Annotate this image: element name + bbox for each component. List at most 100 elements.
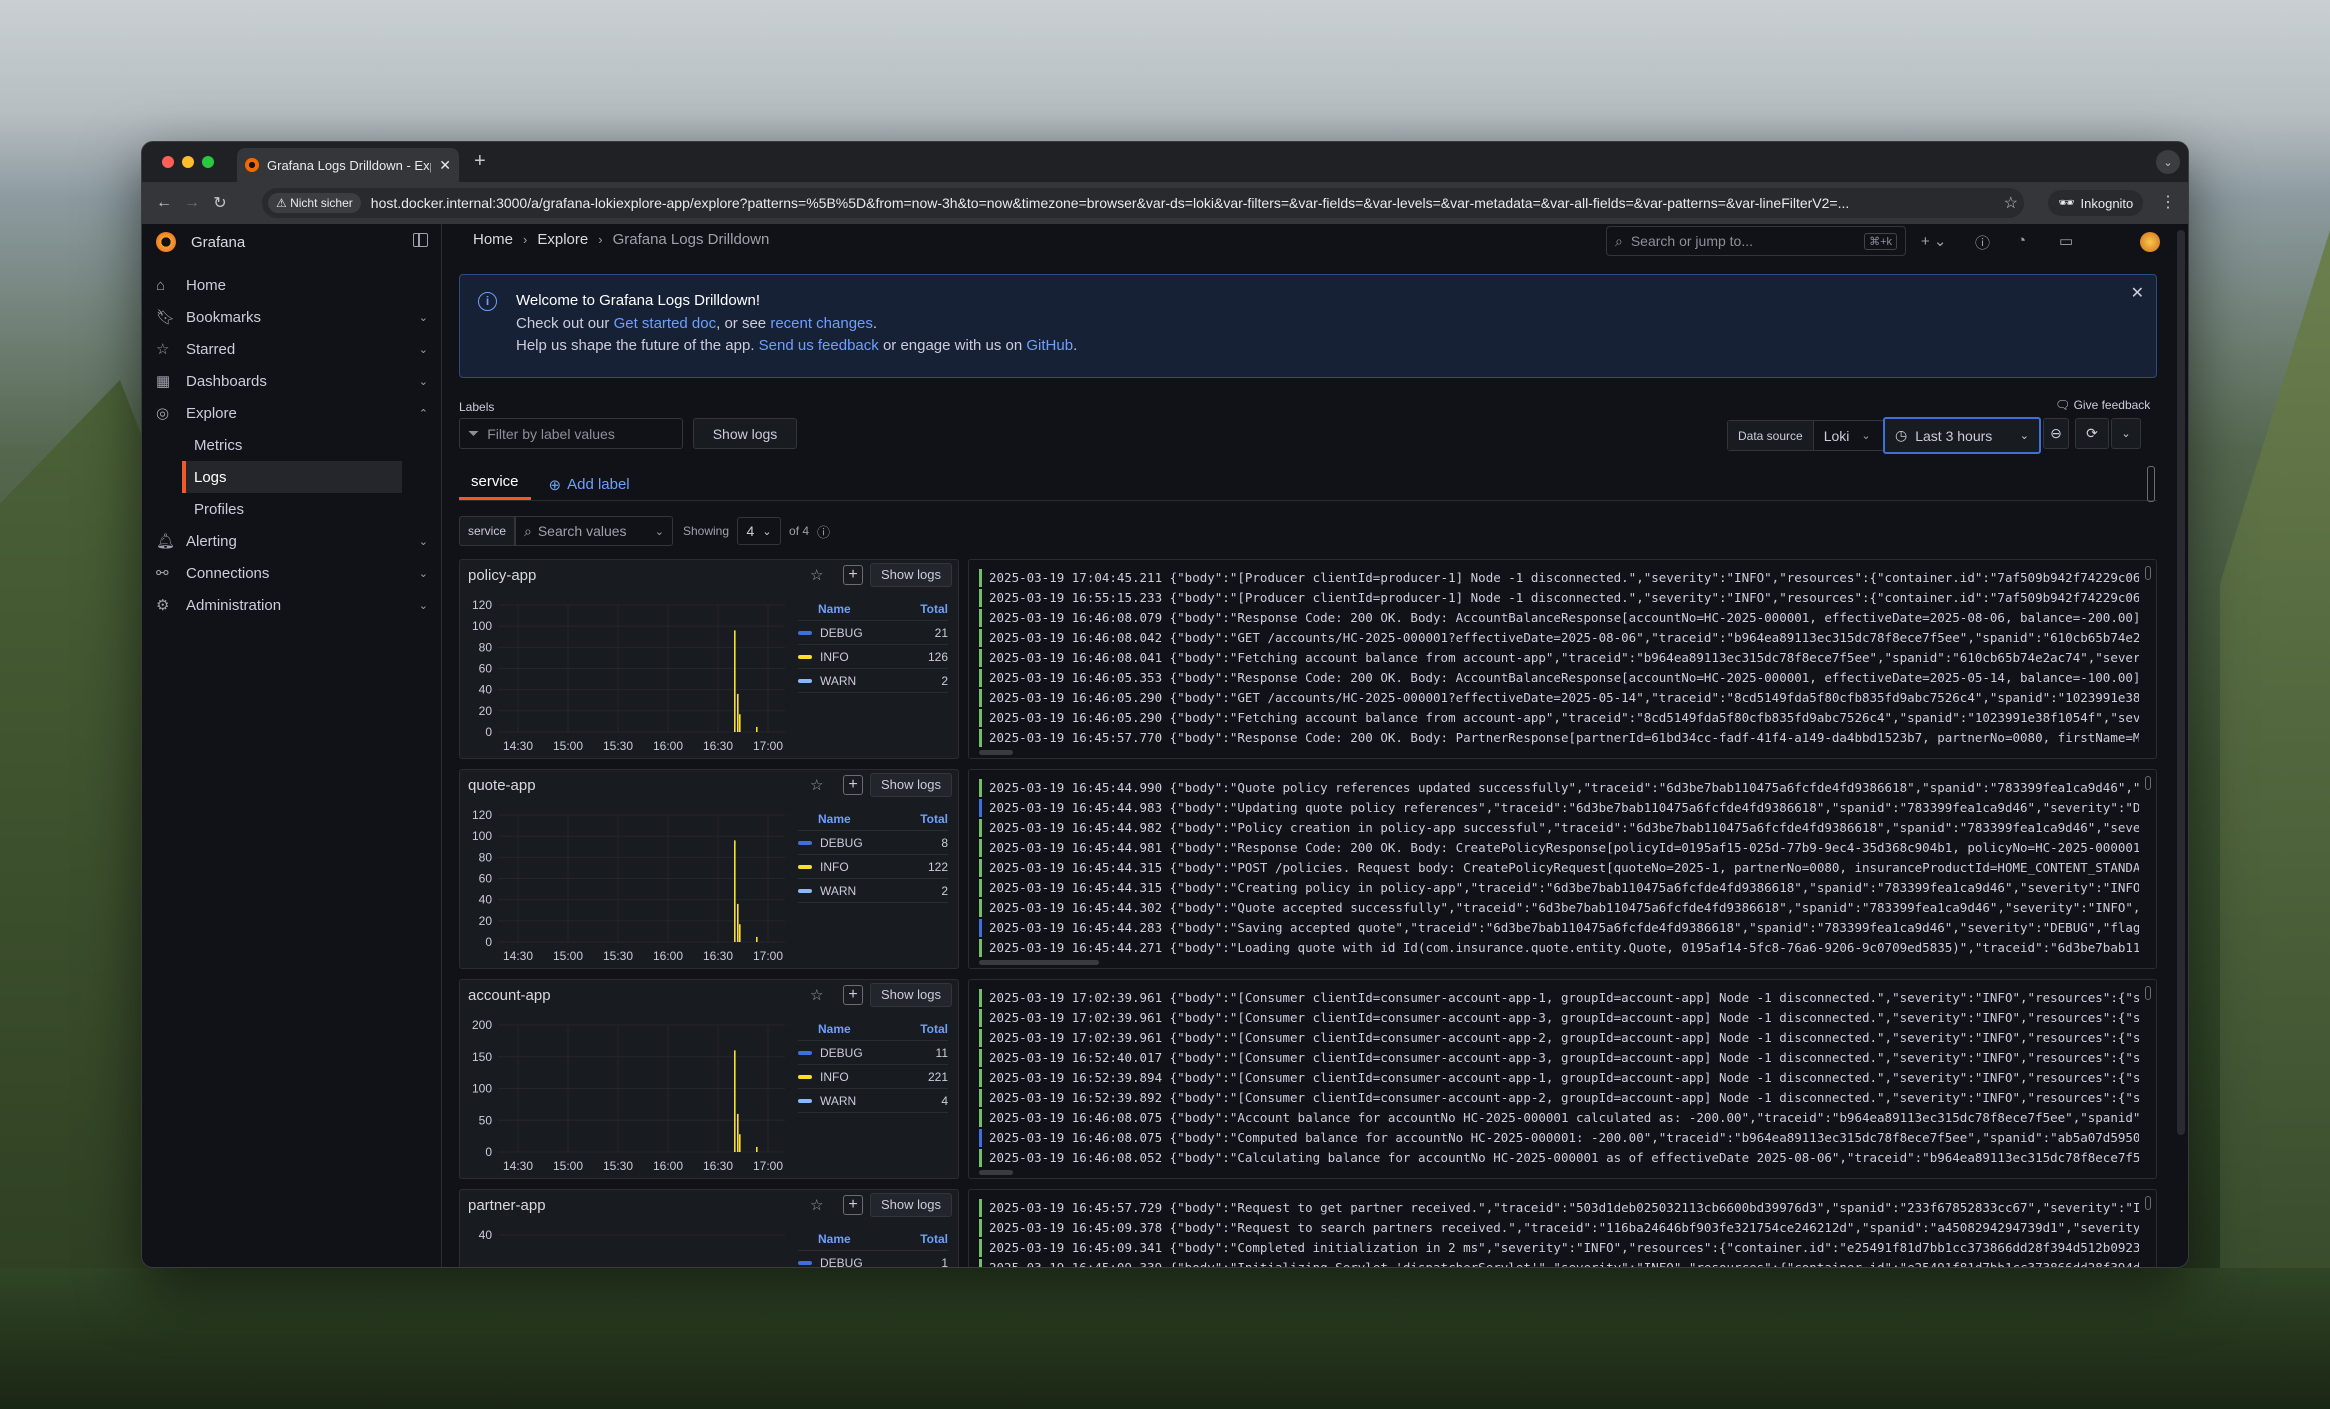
horizontal-scrollbar[interactable] [979, 1170, 1013, 1175]
log-line[interactable]: 2025-03-19 17:04:45.211 {"body":"[Produc… [979, 568, 2139, 588]
url-text[interactable]: host.docker.internal:3000/a/grafana-loki… [371, 195, 1996, 211]
log-line[interactable]: 2025-03-19 16:45:09.339 {"body":"Initial… [979, 1258, 2139, 1267]
log-line[interactable]: 2025-03-19 16:45:09.378 {"body":"Request… [979, 1218, 2139, 1238]
tab-search-button[interactable]: ⌄ [2156, 150, 2180, 174]
close-icon[interactable]: ✕ [2131, 283, 2144, 303]
dock-menu-icon[interactable] [413, 233, 428, 247]
chevron-down-icon[interactable]: ⌄ [419, 311, 428, 324]
back-icon[interactable]: ← [150, 194, 178, 212]
scrollbar[interactable] [2145, 566, 2151, 580]
log-line[interactable]: 2025-03-19 16:46:08.079 {"body":"Respons… [979, 608, 2139, 628]
info-icon[interactable]: ⓘ [817, 522, 830, 541]
sidebar-item-connections[interactable]: ⚯ Connections ⌄ [142, 557, 442, 589]
log-line[interactable]: 2025-03-19 16:46:08.042 {"body":"GET /ac… [979, 628, 2139, 648]
page-scrollbar[interactable] [2177, 230, 2185, 1135]
browser-menu-icon[interactable]: ⋮ [2160, 192, 2176, 212]
chevron-down-icon[interactable]: ⌄ [419, 599, 428, 612]
sidebar-item-metrics[interactable]: Metrics [182, 429, 442, 461]
tab-service[interactable]: service [459, 469, 531, 500]
log-line[interactable]: 2025-03-19 16:45:44.271 {"body":"Loading… [979, 938, 2139, 958]
log-line[interactable]: 2025-03-19 16:45:44.983 {"body":"Updatin… [979, 798, 2139, 818]
log-line[interactable]: 2025-03-19 17:02:39.961 {"body":"[Consum… [979, 1008, 2139, 1028]
search-values-input[interactable]: ⌕ Search values ⌄ [515, 516, 673, 546]
log-line[interactable]: 2025-03-19 16:46:08.075 {"body":"Account… [979, 1108, 2139, 1128]
give-feedback-link[interactable]: 🗨︎ Give feedback [2055, 398, 2150, 412]
log-line[interactable]: 2025-03-19 16:45:44.982 {"body":"Policy … [979, 818, 2139, 838]
omnibox[interactable]: ⚠ Nicht sicher host.docker.internal:3000… [262, 188, 2024, 218]
panel-show-logs-button[interactable]: Show logs [870, 563, 952, 587]
new-tab-button[interactable]: + [474, 150, 486, 173]
chevron-up-icon[interactable]: ⌃ [419, 407, 428, 420]
log-line[interactable]: 2025-03-19 16:45:44.302 {"body":"Quote a… [979, 898, 2139, 918]
showing-select[interactable]: 4 ⌄ [737, 517, 782, 545]
log-panel-policy-app[interactable]: 2025-03-19 17:04:45.211 {"body":"[Produc… [968, 559, 2157, 759]
add-filter-button[interactable]: + [843, 565, 863, 585]
refresh-button[interactable]: ⟳ [2075, 418, 2109, 449]
scrollbar[interactable] [2145, 986, 2151, 1000]
breadcrumb-explore[interactable]: Explore [537, 231, 588, 248]
add-filter-button[interactable]: + [843, 1195, 863, 1215]
show-logs-button[interactable]: Show logs [693, 418, 797, 449]
add-label-button[interactable]: ⊕ Add label [549, 476, 630, 494]
sidebar-item-explore[interactable]: ◎ Explore ⌃ [142, 397, 442, 429]
legend-row[interactable]: DEBUG 21 [798, 621, 948, 645]
log-line[interactable]: 2025-03-19 16:52:40.017 {"body":"[Consum… [979, 1048, 2139, 1068]
send-feedback-link[interactable]: Send us feedback [759, 337, 879, 354]
scrollbar[interactable] [2147, 466, 2155, 502]
news-feed-icon[interactable]: ◔ [2017, 232, 2026, 249]
log-line[interactable]: 2025-03-19 16:46:05.290 {"body":"GET /ac… [979, 688, 2139, 708]
search-input[interactable]: ⌕ Search or jump to... ⌘+k [1606, 226, 1906, 256]
log-line[interactable]: 2025-03-19 16:45:44.981 {"body":"Respons… [979, 838, 2139, 858]
sidebar-item-bookmarks[interactable]: 🔖︎ Bookmarks ⌄ [142, 301, 442, 333]
star-icon[interactable]: ☆ [810, 1196, 823, 1214]
scrollbar[interactable] [2145, 1196, 2151, 1210]
horizontal-scrollbar[interactable] [979, 960, 1099, 965]
legend-row[interactable]: INFO 126 [798, 645, 948, 669]
log-line[interactable]: 2025-03-19 16:45:44.315 {"body":"Creatin… [979, 878, 2139, 898]
chevron-down-icon[interactable]: ⌄ [419, 567, 428, 580]
datasource-picker[interactable]: Data source Loki ⌄ [1727, 420, 1885, 451]
sidebar-item-home[interactable]: ⌂ Home [142, 269, 442, 301]
legend-row[interactable]: WARN 4 [798, 1089, 948, 1113]
log-line[interactable]: 2025-03-19 16:45:57.770 {"body":"Respons… [979, 728, 2139, 748]
log-line[interactable]: 2025-03-19 16:55:15.233 {"body":"[Produc… [979, 588, 2139, 608]
recent-changes-link[interactable]: recent changes [770, 315, 873, 332]
legend-row[interactable]: WARN 2 [798, 879, 948, 903]
sidebar-item-dashboards[interactable]: ▦ Dashboards ⌄ [142, 365, 442, 397]
chevron-down-icon[interactable]: ⌄ [419, 535, 428, 548]
close-window-button[interactable] [162, 156, 174, 168]
forward-icon[interactable]: → [178, 194, 206, 212]
panel-show-logs-button[interactable]: Show logs [870, 983, 952, 1007]
log-line[interactable]: 2025-03-19 16:46:05.290 {"body":"Fetchin… [979, 708, 2139, 728]
minimize-window-button[interactable] [182, 156, 194, 168]
legend-row[interactable]: WARN 2 [798, 669, 948, 693]
get-started-link[interactable]: Get started doc [614, 315, 717, 332]
star-icon[interactable]: ☆ [810, 566, 823, 584]
add-filter-button[interactable]: + [843, 985, 863, 1005]
log-line[interactable]: 2025-03-19 16:46:08.041 {"body":"Fetchin… [979, 648, 2139, 668]
horizontal-scrollbar[interactable] [979, 750, 1013, 755]
log-line[interactable]: 2025-03-19 16:45:44.990 {"body":"Quote p… [979, 778, 2139, 798]
log-panel-account-app[interactable]: 2025-03-19 17:02:39.961 {"body":"[Consum… [968, 979, 2157, 1179]
avatar[interactable] [2140, 232, 2160, 252]
time-range-picker[interactable]: ◷ Last 3 hours ⌄ [1883, 417, 2041, 454]
kiosk-mode-icon[interactable]: ▭ [2059, 232, 2073, 250]
sidebar-item-starred[interactable]: ☆ Starred ⌄ [142, 333, 442, 365]
log-line[interactable]: 2025-03-19 16:46:05.353 {"body":"Respons… [979, 668, 2139, 688]
chevron-down-icon[interactable]: ⌄ [419, 343, 428, 356]
panel-show-logs-button[interactable]: Show logs [870, 773, 952, 797]
log-line[interactable]: 2025-03-19 16:46:08.075 {"body":"Compute… [979, 1128, 2139, 1148]
scrollbar[interactable] [2145, 776, 2151, 790]
log-line[interactable]: 2025-03-19 16:45:09.341 {"body":"Complet… [979, 1238, 2139, 1258]
new-menu-button[interactable]: + ⌄ [1921, 232, 1947, 250]
star-icon[interactable]: ☆ [810, 776, 823, 794]
log-line[interactable]: 2025-03-19 17:02:39.961 {"body":"[Consum… [979, 988, 2139, 1008]
star-icon[interactable]: ☆ [810, 986, 823, 1004]
breadcrumb-home[interactable]: Home [473, 231, 513, 248]
incognito-indicator[interactable]: 🕶 Inkognito [2048, 190, 2144, 216]
close-tab-icon[interactable]: ✕ [439, 157, 451, 174]
legend-row[interactable]: DEBUG 8 [798, 831, 948, 855]
chevron-down-icon[interactable]: ⌄ [419, 375, 428, 388]
sidebar-item-logs[interactable]: Logs [182, 461, 402, 493]
panel-show-logs-button[interactable]: Show logs [870, 1193, 952, 1217]
